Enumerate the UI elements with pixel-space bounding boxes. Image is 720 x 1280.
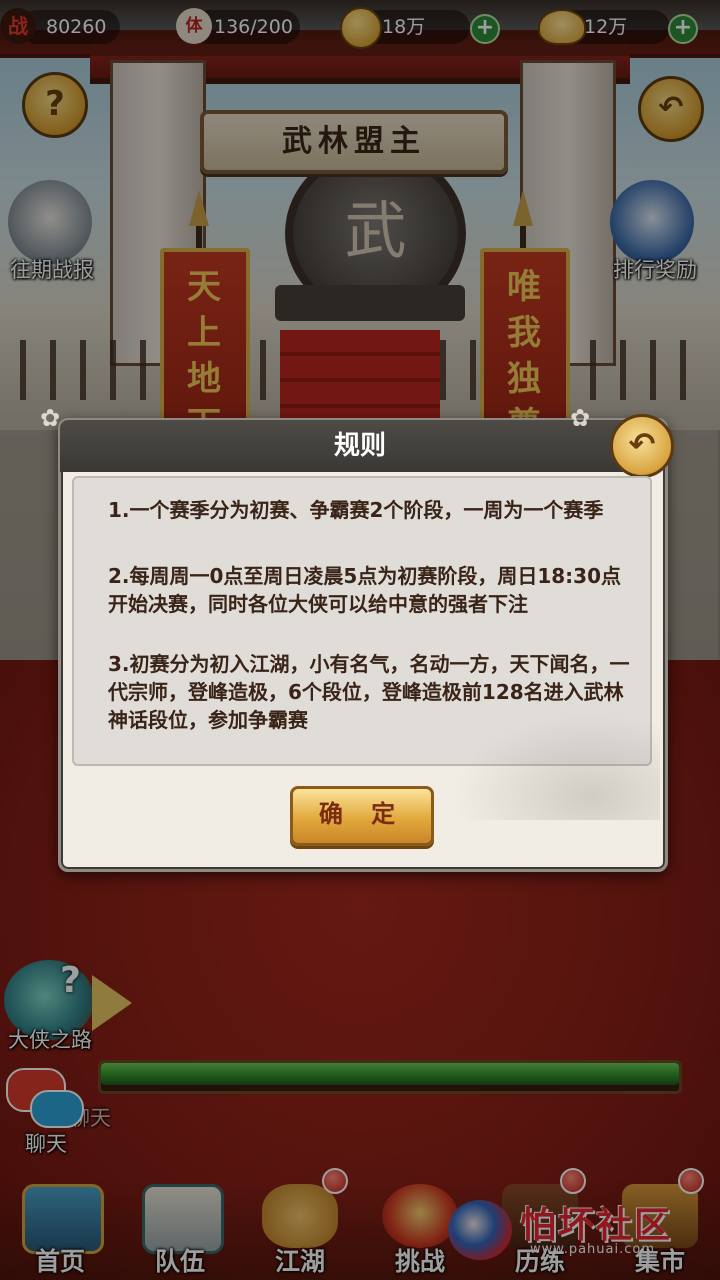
flower-ornament-right-icon: ✿ (570, 404, 591, 432)
ink-mountains-decoration (430, 700, 660, 820)
rule-item-2: 2.每周周一0点至周日凌晨5点为初赛阶段，周日18:30点开始决赛，同时各位大侠… (108, 564, 622, 616)
rule-item-1: 1.一个赛季分为初赛、争霸赛2个阶段，一周为一个赛季 (108, 498, 604, 522)
flower-ornament-left-icon: ✿ (40, 404, 61, 432)
dialog-close-button[interactable]: ↶ (610, 414, 674, 478)
confirm-button[interactable]: 确 定 (290, 786, 434, 846)
